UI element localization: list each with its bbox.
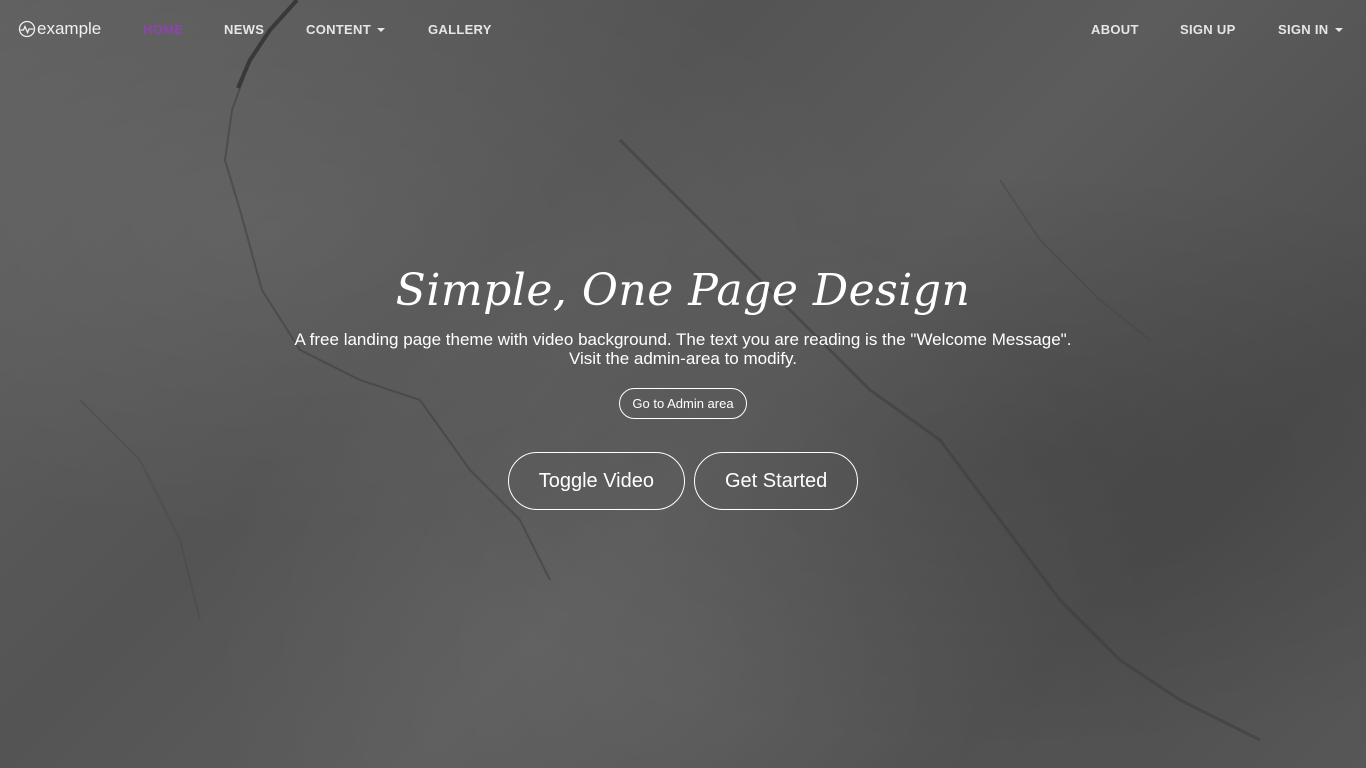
- toggle-video-button[interactable]: Toggle Video: [507, 452, 685, 510]
- nav-content-dropdown[interactable]: CONTENT: [306, 22, 385, 37]
- pulse-logo-icon: [18, 20, 36, 38]
- welcome-message-line1: A free landing page theme with video bac…: [294, 330, 1072, 349]
- nav-sign-in-dropdown[interactable]: SIGN IN: [1278, 22, 1343, 37]
- top-navbar: example HOME NEWS CONTENT GALLERY ABOUT …: [0, 0, 1366, 60]
- hero-title: Simple, One Page Design: [395, 265, 971, 316]
- brand-name: example: [37, 19, 102, 38]
- nav-news[interactable]: NEWS: [224, 22, 264, 37]
- nav-sign-in-label: SIGN IN: [1278, 22, 1329, 37]
- nav-about-label: ABOUT: [1091, 22, 1139, 37]
- nav-about[interactable]: ABOUT: [1091, 22, 1139, 37]
- hero-actions: Toggle Video Get Started: [0, 452, 1366, 510]
- welcome-message-line2: Visit the admin-area to modify.: [568, 349, 798, 368]
- caret-down-icon: [1334, 27, 1343, 32]
- get-started-button[interactable]: Get Started: [694, 452, 859, 510]
- nav-news-label: NEWS: [224, 22, 265, 37]
- hero-section: Simple, One Page Design A free landing p…: [0, 252, 1366, 510]
- go-to-admin-button[interactable]: Go to Admin area: [619, 388, 747, 419]
- brand-logo[interactable]: example: [18, 19, 101, 39]
- nav-sign-up-label: SIGN UP: [1180, 22, 1236, 37]
- nav-gallery[interactable]: GALLERY: [428, 22, 492, 37]
- nav-home-label: HOME: [143, 22, 184, 37]
- nav-home[interactable]: HOME: [143, 22, 183, 37]
- nav-gallery-label: GALLERY: [428, 22, 492, 37]
- nav-content-label: CONTENT: [306, 22, 371, 37]
- nav-sign-up[interactable]: SIGN UP: [1180, 22, 1236, 37]
- caret-down-icon: [376, 27, 385, 32]
